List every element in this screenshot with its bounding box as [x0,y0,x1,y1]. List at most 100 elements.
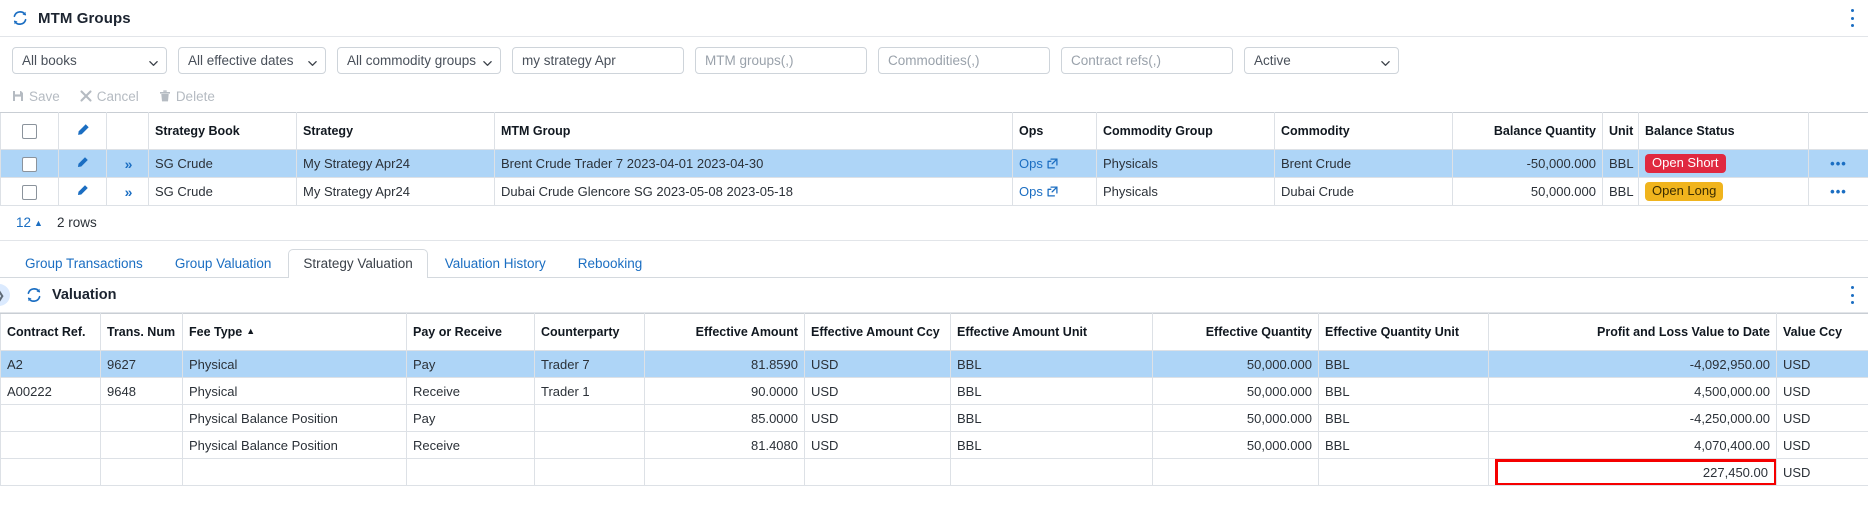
row-checkbox-cell[interactable] [0,149,59,178]
col-unit[interactable]: Unit [1602,112,1639,150]
double-chevron-right-icon[interactable]: » [125,156,133,172]
col-contract-ref[interactable]: Contract Ref. [0,313,101,351]
horizontal-kebab-icon[interactable]: ••• [1830,184,1847,199]
valuation-row[interactable]: 227,450.00 USD [0,458,1868,486]
page-size-selector[interactable]: 12 ▲ [16,215,43,230]
pencil-icon[interactable] [76,184,89,200]
delete-button[interactable]: Delete [159,89,215,104]
cell-strategy-book: SG Crude [148,177,297,206]
cell-effective-amount: 85.0000 [644,404,805,432]
col-strategy-book[interactable]: Strategy Book [148,112,297,150]
row-checkbox[interactable] [22,184,37,200]
col-pay-or-receive[interactable]: Pay or Receive [406,313,535,351]
table-row[interactable]: » SG Crude My Strategy Apr24 Dubai Crude Gl… [0,177,1868,206]
col-value-ccy[interactable]: Value Ccy [1776,313,1868,351]
row-expand-cell[interactable]: » [106,177,149,206]
col-fee-type[interactable]: Fee Type ▲ [182,313,407,351]
effective-dates-select-value: All effective dates [188,53,294,68]
col-strategy[interactable]: Strategy [296,112,495,150]
col-commodity-group[interactable]: Commodity Group [1096,112,1275,150]
tab-valuation-history[interactable]: Valuation History [430,249,561,278]
external-link-icon[interactable] [1047,185,1058,200]
col-select-all[interactable] [0,112,59,150]
col-effective-amount-ccy[interactable]: Effective Amount Ccy [804,313,951,351]
col-pnl-value-to-date[interactable]: Profit and Loss Value to Date [1488,313,1777,351]
cell-effective-amount-ccy [804,458,951,486]
external-link-icon[interactable] [1047,157,1058,172]
refresh-icon[interactable] [26,287,42,303]
cell-effective-amount-unit: BBL [950,350,1153,378]
col-ops[interactable]: Ops [1012,112,1097,150]
chevron-right-icon[interactable]: ❯ [0,284,10,306]
row-edit-cell[interactable] [58,177,107,206]
col-effective-quantity-unit[interactable]: Effective Quantity Unit [1318,313,1489,351]
books-select[interactable]: All books [12,47,167,74]
row-menu-cell[interactable]: ••• [1808,149,1868,178]
ops-link[interactable]: Ops [1019,184,1043,199]
col-effective-amount-unit[interactable]: Effective Amount Unit [950,313,1153,351]
vertical-kebab-icon[interactable] [1850,9,1854,27]
tab-rebooking[interactable]: Rebooking [563,249,658,278]
cell-pay-or-receive: Pay [406,404,535,432]
tab-group-valuation[interactable]: Group Valuation [160,249,287,278]
double-chevron-right-icon[interactable]: » [125,184,133,200]
col-balance-status[interactable]: Balance Status [1638,112,1809,150]
cell-ops[interactable]: Ops [1012,149,1097,178]
cell-commodity: Brent Crude [1274,149,1453,178]
table-row[interactable]: » SG Crude My Strategy Apr24 Brent Crude Tr… [0,149,1868,178]
cell-effective-quantity [1152,458,1319,486]
refresh-icon[interactable] [12,10,28,26]
valuation-row[interactable]: A2 9627 Physical Pay Trader 7 81.8590 USD BBL 50… [0,350,1868,378]
row-expand-cell[interactable]: » [106,149,149,178]
cell-pnl: -4,250,000.00 [1488,404,1777,432]
strategy-input[interactable]: my strategy Apr [512,47,684,74]
commodity-groups-select[interactable]: All commodity groups [337,47,501,74]
cell-counterparty: Trader 7 [534,350,645,378]
tab-strategy-valuation[interactable]: Strategy Valuation [288,249,428,278]
contract-refs-input[interactable]: Contract refs(,) [1061,47,1233,74]
valuation-row[interactable]: A00222 9648 Physical Receive Trader 1 90.0000… [0,377,1868,405]
commodities-input[interactable]: Commodities(,) [878,47,1050,74]
pencil-icon[interactable] [76,123,90,140]
col-effective-amount[interactable]: Effective Amount [644,313,805,351]
valuation-table: Contract Ref. Trans. Num Fee Type ▲ Pay o… [0,313,1868,486]
pencil-icon[interactable] [76,156,89,172]
cell-contract-ref: A00222 [0,377,101,405]
cell-mtm-group: Dubai Crude Glencore SG 2023-05-08 2023-… [494,177,1013,206]
cell-effective-quantity: 50,000.000 [1152,431,1319,459]
cell-trans-num [100,431,183,459]
cancel-button[interactable]: Cancel [80,89,139,104]
status-select[interactable]: Active [1244,47,1399,74]
cell-counterparty: Trader 1 [534,377,645,405]
cell-value-ccy: USD [1776,431,1868,459]
tab-group-transactions[interactable]: Group Transactions [10,249,158,278]
col-balance-quantity[interactable]: Balance Quantity [1452,112,1603,150]
col-mtm-group[interactable]: MTM Group [494,112,1013,150]
cell-pnl: 4,500,000.00 [1488,377,1777,405]
ops-link[interactable]: Ops [1019,156,1043,171]
cell-commodity: Dubai Crude [1274,177,1453,206]
col-counterparty[interactable]: Counterparty [534,313,645,351]
cell-pnl: -4,092,950.00 [1488,350,1777,378]
col-trans-num[interactable]: Trans. Num [100,313,183,351]
horizontal-kebab-icon[interactable]: ••• [1830,156,1847,171]
row-checkbox-cell[interactable] [0,177,59,206]
valuation-row[interactable]: Physical Balance Position Pay 85.0000 USD BB… [0,404,1868,432]
save-disk-icon [12,90,24,102]
cell-effective-amount-unit: BBL [950,431,1153,459]
cell-ops[interactable]: Ops [1012,177,1097,206]
col-commodity[interactable]: Commodity [1274,112,1453,150]
select-all-checkbox[interactable] [22,123,37,139]
row-checkbox[interactable] [22,156,37,172]
cell-effective-quantity: 50,000.000 [1152,404,1319,432]
valuation-row[interactable]: Physical Balance Position Receive 81.4080 U… [0,431,1868,459]
row-menu-cell[interactable]: ••• [1808,177,1868,206]
effective-dates-select[interactable]: All effective dates [178,47,326,74]
cell-trans-num: 9627 [100,350,183,378]
cell-pnl: 227,450.00 [1488,458,1777,486]
save-button[interactable]: Save [12,89,60,104]
vertical-kebab-icon[interactable] [1850,286,1854,304]
mtm-groups-input[interactable]: MTM groups(,) [695,47,867,74]
col-effective-quantity[interactable]: Effective Quantity [1152,313,1319,351]
row-edit-cell[interactable] [58,149,107,178]
